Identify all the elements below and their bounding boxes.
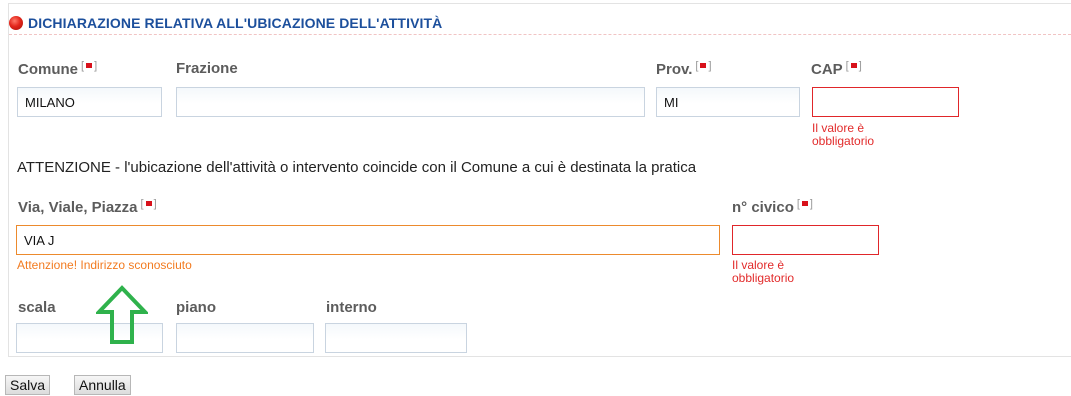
required-marker-icon: [] — [695, 60, 712, 72]
piano-label: piano — [176, 299, 216, 316]
via-input[interactable]: VIA J — [16, 225, 720, 255]
frazione-input[interactable] — [176, 87, 645, 117]
cancel-button[interactable]: Annulla — [74, 375, 131, 395]
section-header: DICHIARAZIONE RELATIVA ALL'UBICAZIONE DE… — [9, 10, 442, 36]
interno-label: interno — [326, 299, 377, 316]
attention-notice: ATTENZIONE - l'ubicazione dell'attività … — [17, 159, 697, 176]
frazione-label: Frazione — [176, 60, 238, 77]
required-marker-icon: [] — [845, 60, 862, 72]
scala-label: scala — [18, 299, 56, 316]
required-marker-icon: [] — [796, 198, 813, 210]
via-label: Via, Viale, Piazza[] — [18, 198, 157, 216]
address-warning-message: Attenzione! Indirizzo sconosciuto — [17, 258, 192, 272]
header-divider — [9, 34, 1071, 35]
up-arrow-icon — [96, 285, 148, 344]
required-marker-icon: [] — [140, 198, 157, 210]
cap-error-message: Il valore è obbligatorio — [812, 121, 875, 148]
cap-label: CAP[] — [811, 60, 862, 78]
prov-input[interactable]: MI — [656, 87, 800, 117]
cap-input[interactable] — [812, 87, 959, 117]
red-bullet-icon — [9, 16, 23, 30]
prov-label: Prov.[] — [656, 60, 712, 78]
required-marker-icon: [] — [81, 60, 98, 72]
civico-input[interactable] — [732, 225, 879, 255]
comune-label: Comune[] — [18, 60, 98, 78]
civico-label: n° civico[] — [732, 198, 813, 216]
interno-input[interactable] — [325, 323, 467, 353]
comune-input[interactable]: MILANO — [17, 87, 162, 117]
section-title: DICHIARAZIONE RELATIVA ALL'UBICAZIONE DE… — [28, 15, 443, 31]
piano-input[interactable] — [176, 323, 314, 353]
form-panel — [8, 3, 1071, 357]
civico-error-message: Il valore è obbligatorio — [732, 258, 795, 285]
save-button[interactable]: Salva — [5, 375, 51, 395]
